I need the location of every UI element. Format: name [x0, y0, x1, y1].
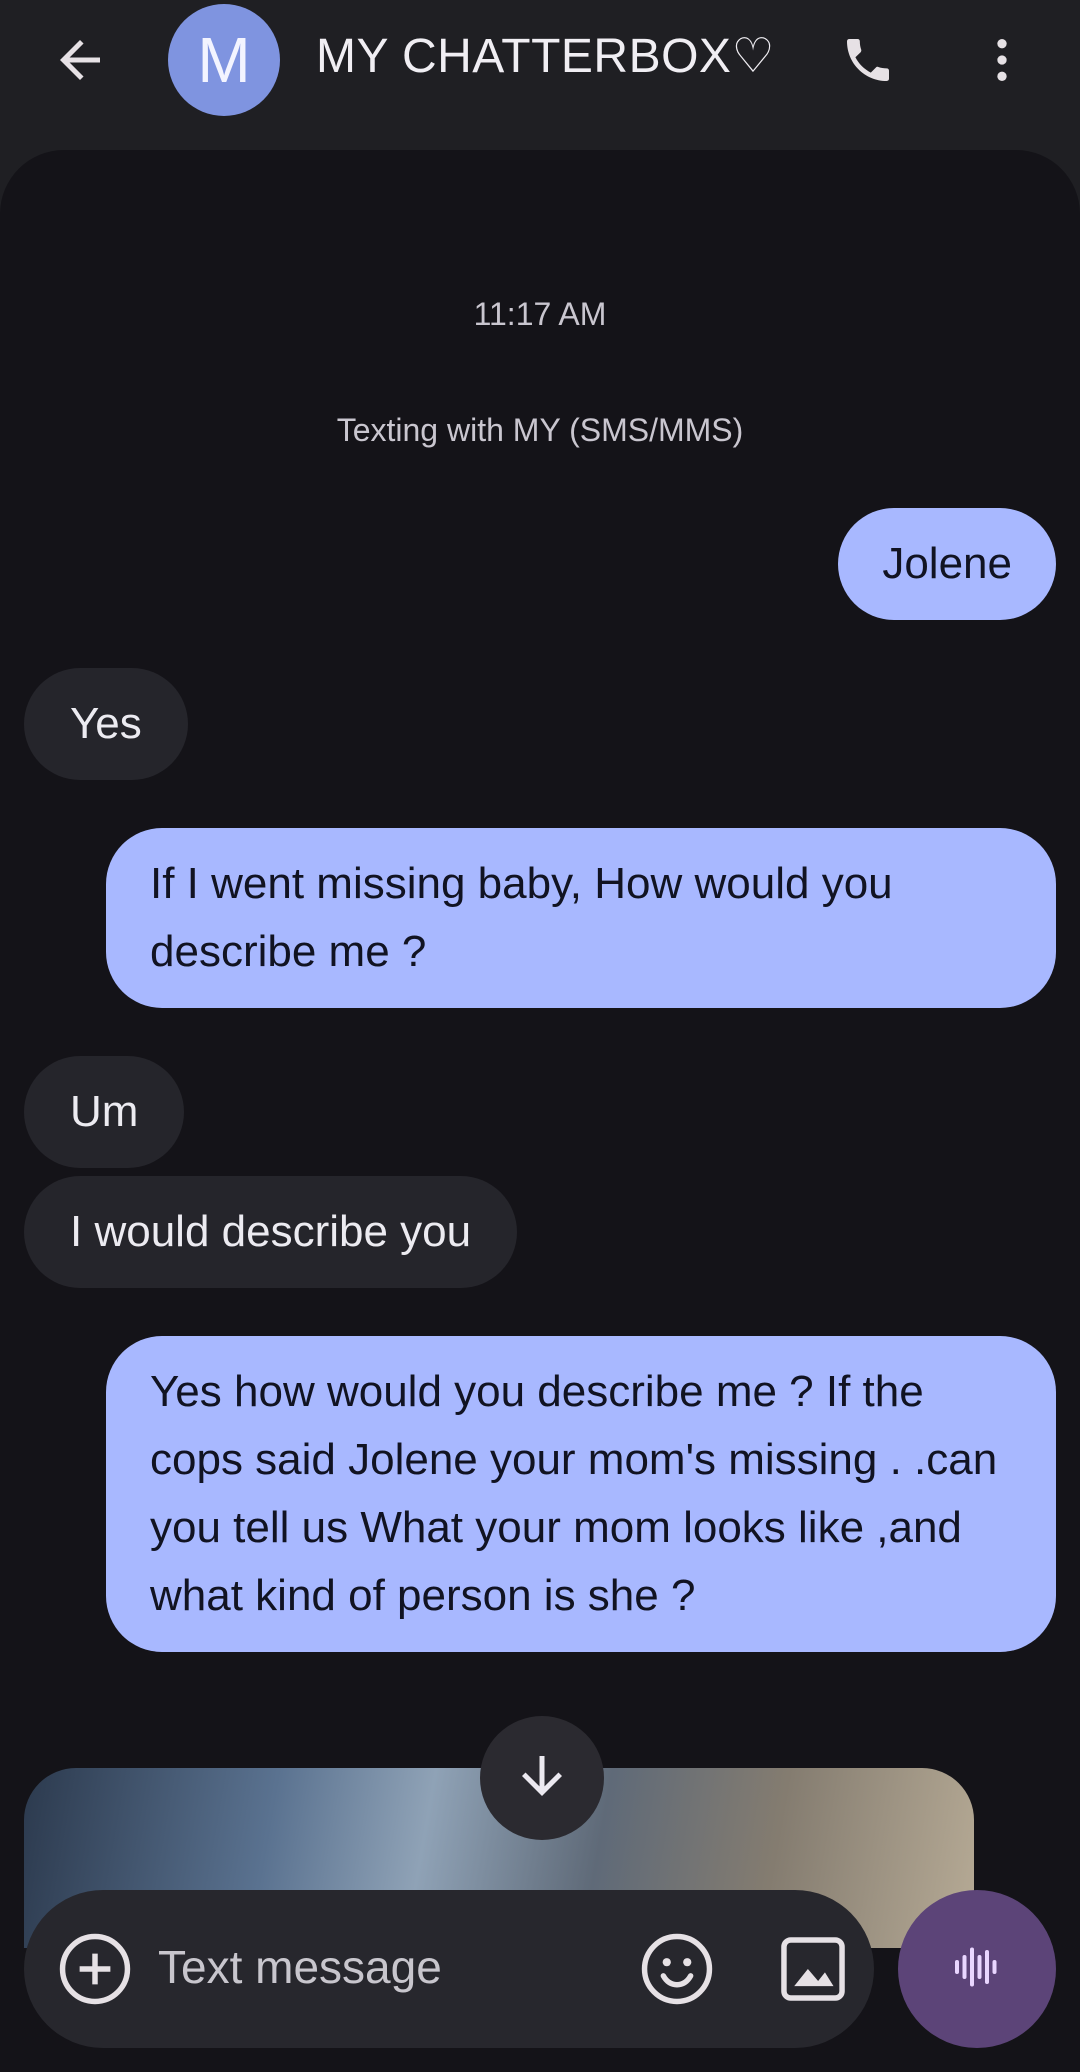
conversation-title[interactable]: MY CHATTERBOX♡: [316, 28, 775, 84]
emoji-icon[interactable]: [636, 1928, 718, 2010]
back-arrow-icon[interactable]: [40, 20, 120, 100]
voice-message-button[interactable]: [898, 1890, 1056, 2048]
message-composer[interactable]: Text message: [24, 1890, 874, 2048]
outgoing-message[interactable]: If I went missing baby, How would you de…: [106, 828, 1056, 1008]
outgoing-message[interactable]: Jolene: [838, 508, 1056, 620]
top-app-bar: M MY CHATTERBOX♡: [0, 0, 1080, 150]
outgoing-message[interactable]: Yes how would you describe me ? If the c…: [106, 1336, 1056, 1652]
add-circle-icon[interactable]: [54, 1928, 136, 2010]
avatar-letter: M: [197, 24, 251, 96]
contact-avatar[interactable]: M: [168, 4, 280, 116]
message-timestamp: 11:17 AM: [473, 296, 607, 332]
incoming-message[interactable]: I would describe you: [24, 1176, 518, 1288]
phone-icon[interactable]: [828, 20, 908, 100]
arrow-down-icon: [512, 1746, 572, 1811]
incoming-message[interactable]: Yes: [24, 668, 188, 780]
incoming-message[interactable]: Um: [24, 1056, 185, 1168]
text-message-input[interactable]: Text message: [158, 1940, 442, 1994]
conversation-info: Texting with MY (SMS/MMS): [336, 412, 744, 448]
message-list[interactable]: 11:17 AM Texting with MY (SMS/MMS) Jolen…: [0, 150, 1080, 2072]
voice-waveform-icon: [947, 1937, 1007, 2002]
scroll-to-bottom-button[interactable]: [480, 1716, 604, 1840]
more-vert-icon[interactable]: [962, 20, 1042, 100]
gallery-icon[interactable]: [772, 1928, 854, 2010]
